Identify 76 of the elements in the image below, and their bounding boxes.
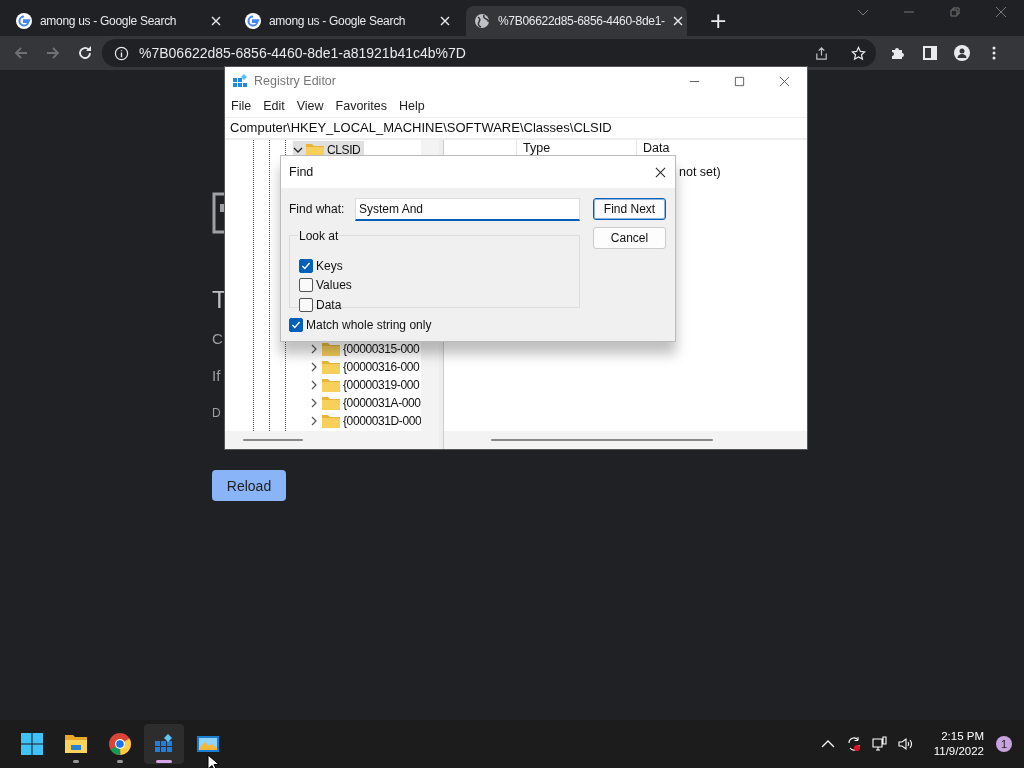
puzzle-icon[interactable] bbox=[890, 45, 906, 61]
clock-time[interactable]: 2:15 PM bbox=[941, 729, 984, 744]
checkbox-label[interactable]: Match whole string only bbox=[306, 317, 432, 332]
windows-icon bbox=[20, 732, 44, 756]
new-tab-button[interactable]: + bbox=[703, 9, 734, 33]
chevron-down-icon[interactable] bbox=[293, 145, 303, 155]
dialog-title: Find bbox=[289, 165, 314, 179]
notification-badge[interactable]: 1 bbox=[996, 736, 1012, 752]
info-icon bbox=[114, 45, 129, 61]
menu-item[interactable]: Favorites bbox=[335, 99, 387, 113]
folder-icon bbox=[322, 360, 340, 374]
star-icon[interactable] bbox=[851, 45, 866, 61]
tab-title: among us - Google Search bbox=[40, 14, 178, 28]
checkbox[interactable] bbox=[299, 278, 313, 293]
menu-item[interactable]: File bbox=[231, 99, 252, 113]
folder-icon bbox=[322, 396, 340, 410]
scrollbar-thumb[interactable] bbox=[243, 439, 303, 441]
tab-title: %7B06622d85-6856-4460-8de1- bbox=[498, 14, 665, 28]
reload-icon[interactable] bbox=[77, 45, 93, 61]
google-icon bbox=[16, 13, 32, 29]
share-icon[interactable] bbox=[814, 45, 829, 61]
speaker-icon[interactable] bbox=[897, 736, 914, 752]
tree-item[interactable]: {0000031D-000 bbox=[309, 412, 421, 430]
find-next-button[interactable]: Find Next bbox=[593, 198, 666, 220]
checkbox-label[interactable]: Values bbox=[316, 278, 352, 293]
checkbox[interactable] bbox=[299, 297, 313, 312]
mouse-cursor-icon bbox=[207, 754, 219, 768]
scrollbar-thumb[interactable] bbox=[491, 439, 713, 441]
browser-tab[interactable]: %7B06622d85-6856-4460-8de1- bbox=[466, 6, 687, 36]
window-title: Registry Editor bbox=[254, 74, 336, 88]
close-icon[interactable] bbox=[655, 166, 666, 178]
menu-item[interactable]: Help bbox=[399, 99, 425, 113]
network-icon[interactable] bbox=[871, 736, 888, 752]
tree-item[interactable]: {0000031A-000 bbox=[309, 394, 421, 412]
tab-title: among us - Google Search bbox=[269, 14, 407, 28]
taskbar-button[interactable] bbox=[144, 724, 184, 764]
restore-icon[interactable] bbox=[949, 6, 961, 18]
page-text: If bbox=[212, 367, 221, 384]
side-panel-icon[interactable] bbox=[922, 45, 938, 61]
cancel-button[interactable]: Cancel bbox=[593, 227, 666, 249]
document-icon bbox=[212, 192, 224, 234]
close-icon[interactable] bbox=[779, 75, 790, 87]
globe-icon bbox=[474, 13, 490, 29]
tree-item[interactable]: {00000316-000 bbox=[309, 358, 421, 376]
find-what-label: Find what: bbox=[289, 202, 346, 216]
profile-icon[interactable] bbox=[954, 45, 970, 61]
checkbox[interactable] bbox=[299, 258, 313, 273]
checkbox-label[interactable]: Data bbox=[316, 297, 342, 312]
checkbox[interactable] bbox=[289, 317, 303, 332]
reload-button[interactable]: Reload bbox=[212, 470, 286, 501]
column-header[interactable]: Data bbox=[637, 140, 807, 162]
browser-tab[interactable]: among us - Google Search bbox=[237, 6, 458, 36]
cubes-icon bbox=[232, 73, 248, 89]
folder-icon bbox=[322, 414, 340, 428]
menu-item[interactable]: View bbox=[296, 99, 324, 113]
sync-icon[interactable] bbox=[845, 736, 862, 752]
tree-item[interactable]: {00000319-000 bbox=[309, 376, 421, 394]
chrome-icon bbox=[108, 732, 132, 756]
folder-icon bbox=[322, 342, 340, 356]
clock-date[interactable]: 11/9/2022 bbox=[933, 744, 984, 759]
menu-item[interactable]: Edit bbox=[263, 99, 285, 113]
forward-icon[interactable] bbox=[45, 45, 61, 61]
browser-tab[interactable]: among us - Google Search bbox=[8, 6, 229, 36]
group-title: Look at bbox=[298, 229, 340, 243]
back-icon[interactable] bbox=[13, 45, 29, 61]
folder-icon bbox=[64, 732, 88, 756]
checkbox-label[interactable]: Keys bbox=[316, 258, 343, 273]
path-field[interactable]: Computer\HKEY_LOCAL_MACHINE\SOFTWARE\Classes\CLSID bbox=[225, 117, 807, 138]
page-text: C bbox=[212, 330, 223, 347]
page-text: D bbox=[212, 406, 221, 420]
find-what-field[interactable]: System And bbox=[355, 197, 580, 221]
value-data: not set) bbox=[679, 165, 721, 179]
google-icon bbox=[245, 13, 261, 29]
folder-icon bbox=[322, 378, 340, 392]
address-bar[interactable]: %7B06622d85-6856-4460-8de1-a81921b41c4b%7D bbox=[102, 39, 876, 67]
maximize-icon[interactable] bbox=[734, 75, 745, 87]
